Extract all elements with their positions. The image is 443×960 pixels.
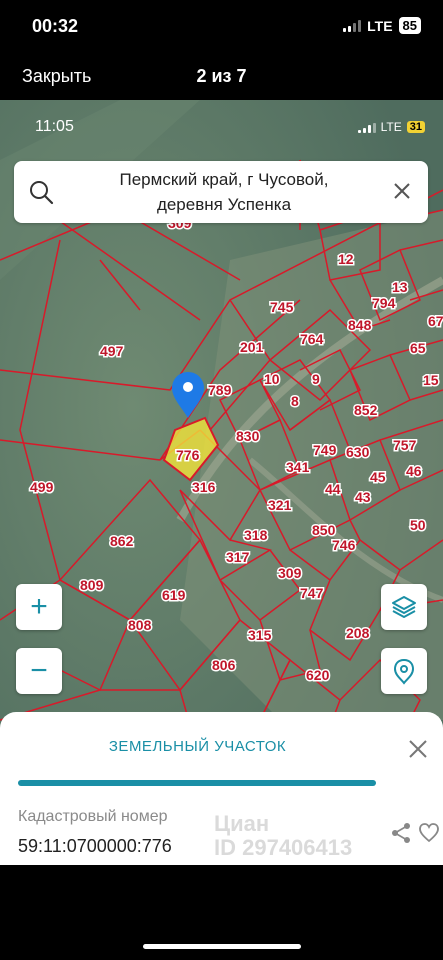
search-text[interactable]: Пермский край, г Чусовой, деревня Успенк… — [72, 167, 376, 217]
selected-parcel-label: 776 — [176, 447, 200, 463]
parcel-label: 757 — [393, 437, 417, 453]
parcel-label: 9 — [312, 371, 320, 387]
status-indicators: LTE 85 — [343, 17, 421, 34]
zoom-in-button[interactable]: + — [16, 584, 62, 630]
minus-icon: − — [30, 654, 48, 687]
search-bar[interactable]: Пермский край, г Чусовой, деревня Успенк… — [14, 161, 428, 223]
progress-fill — [18, 780, 376, 786]
watermark: Циан ID 297406413 — [214, 812, 352, 860]
parcel-label: 794 — [372, 295, 396, 311]
parcel-label: 67 — [428, 313, 443, 329]
network-label: LTE — [380, 120, 402, 134]
parcel-label: 321 — [268, 497, 292, 513]
layers-icon — [392, 596, 416, 618]
parcel-label: 341 — [286, 459, 310, 475]
screenshot-image: 12 13 15 67 65 794 848 745 764 201 497 7… — [0, 100, 443, 865]
parcel-label: 830 — [236, 428, 260, 444]
parcel-label: 208 — [346, 625, 370, 641]
parcel-label: 44 — [325, 481, 341, 497]
parcel-label: 8 — [291, 393, 299, 409]
clear-search-icon[interactable] — [392, 181, 412, 201]
parcel-label: 746 — [332, 537, 356, 553]
parcel-label: 50 — [410, 517, 426, 533]
watermark-line1: Циан — [214, 811, 270, 836]
signal-icon — [357, 121, 376, 133]
plus-icon: + — [30, 590, 48, 623]
loading-progress-bar — [18, 780, 376, 786]
parcel-label: 499 — [30, 479, 54, 495]
parcel-label: 309 — [278, 565, 302, 581]
parcel-label: 630 — [346, 444, 370, 460]
my-location-button[interactable] — [381, 648, 427, 694]
parcel-label: 318 — [244, 527, 268, 543]
parcel-label: 848 — [348, 317, 372, 333]
location-pin-icon — [393, 658, 415, 685]
inner-status-time: 11:05 — [35, 118, 74, 135]
parcel-label: 15 — [423, 372, 439, 388]
parcel-info-sheet: ЗЕМЕЛЬНЫЙ УЧАСТОК Кадастровый номер 59:1… — [0, 712, 443, 865]
parcel-label: 497 — [100, 343, 124, 359]
status-time: 00:32 — [32, 16, 79, 36]
parcel-label: 619 — [162, 587, 186, 603]
layers-button[interactable] — [381, 584, 427, 630]
battery-icon: 85 — [398, 17, 421, 34]
parcel-label: 201 — [240, 339, 264, 355]
network-label: LTE — [367, 17, 393, 34]
share-icon[interactable] — [390, 822, 412, 844]
parcel-label: 317 — [226, 549, 250, 565]
home-indicator[interactable] — [143, 944, 301, 949]
parcel-label: 12 — [338, 251, 354, 267]
parcel-label: 809 — [80, 577, 104, 593]
inner-status-bar: 11:05 LTE 31 — [0, 100, 443, 150]
parcel-label: 862 — [110, 533, 134, 549]
search-text-line2: деревня Успенка — [156, 195, 292, 214]
search-icon — [30, 181, 54, 205]
search-text-line1: Пермский край, г Чусовой, — [119, 170, 329, 189]
parcel-label: 315 — [248, 627, 272, 643]
parcel-label: 850 — [312, 522, 336, 538]
parcel-label: 13 — [392, 279, 408, 295]
cadastral-number-value: 59:11:0700000:776 — [18, 836, 172, 856]
parcel-label: 10 — [264, 371, 280, 387]
close-icon[interactable] — [407, 738, 429, 760]
battery-icon: 31 — [406, 121, 425, 133]
image-counter: 2 из 7 — [196, 66, 247, 86]
parcel-label: 808 — [128, 617, 152, 633]
parcel-label: 789 — [208, 382, 232, 398]
parcel-label: 764 — [300, 331, 324, 347]
parcel-label: 316 — [192, 479, 216, 495]
parcel-label: 852 — [354, 402, 378, 418]
parcel-label: 745 — [270, 299, 294, 315]
parcel-label: 46 — [406, 463, 422, 479]
parcel-label: 620 — [306, 667, 330, 683]
cadastral-number-label: Кадастровый номер — [18, 808, 168, 825]
status-bar: 00:32 LTE 85 — [0, 0, 443, 52]
inner-status-indicators: LTE 31 — [357, 120, 425, 134]
parcel-label: 749 — [313, 442, 337, 458]
signal-icon — [343, 19, 362, 32]
heart-icon[interactable] — [418, 822, 440, 844]
viewer-header: Закрыть 2 из 7 — [0, 52, 443, 98]
parcel-label: 806 — [212, 657, 236, 673]
parcel-label: 65 — [410, 340, 426, 356]
parcel-label: 45 — [370, 469, 386, 485]
parcel-label: 747 — [300, 585, 324, 601]
sheet-heading: ЗЕМЕЛЬНЫЙ УЧАСТОК — [108, 738, 287, 755]
parcel-label: 43 — [355, 489, 371, 505]
zoom-out-button[interactable]: − — [16, 648, 62, 694]
watermark-line2: ID 297406413 — [214, 835, 353, 860]
